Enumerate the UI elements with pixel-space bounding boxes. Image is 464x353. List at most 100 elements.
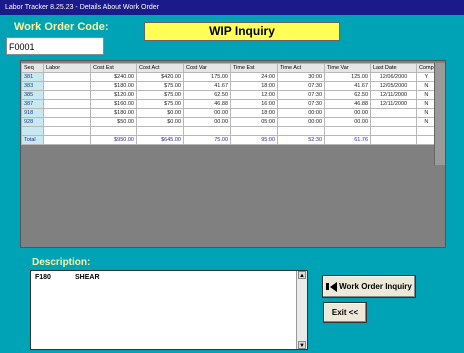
app-window: Labor Tracker 8.25.23 - Details About Wo…	[0, 0, 464, 353]
table-cell	[43, 90, 91, 100]
description-scrollbar[interactable]: ▲ ▼	[296, 271, 307, 349]
table-cell: 12/06/2000	[370, 72, 417, 82]
table-cell: 07:30	[277, 81, 325, 91]
table-cell: 00:00	[277, 108, 325, 118]
column-header: Labor	[43, 63, 91, 73]
table-cell: 125.00	[324, 72, 371, 82]
table-cell: $645.00	[136, 135, 184, 145]
table-cell: $75.00	[136, 99, 184, 109]
column-header: Last Date	[370, 63, 417, 73]
column-header: Cost Act	[136, 63, 184, 73]
table-cell	[370, 108, 417, 118]
work-order-inquiry-button[interactable]: Work Order Inquiry	[322, 275, 416, 298]
table-cell: 95:00	[230, 135, 278, 145]
table-cell	[277, 126, 325, 136]
table-cell: $180.00	[90, 81, 137, 91]
table-cell: $180.00	[90, 108, 137, 118]
table-cell: Total	[21, 135, 44, 145]
table-cell: 62.50	[183, 90, 231, 100]
table-row[interactable]: 381 $240.00 $420.00 175.00 24:00 30:00 125.00 1…	[21, 72, 437, 82]
work-order-code-field[interactable]: F0001	[6, 37, 104, 55]
table-cell	[21, 126, 44, 136]
table-cell: 46.88	[183, 99, 231, 109]
table-total-row[interactable]: Total $950.00 $645.00 75.00 95:00 52:30 61.76	[21, 135, 437, 145]
scroll-down-icon[interactable]: ▼	[298, 341, 306, 349]
table-cell: $75.00	[136, 81, 184, 91]
table-cell: 41.67	[183, 81, 231, 91]
main-panel: Work Order Code: F0001 WIP Inquiry Seq La…	[0, 15, 464, 353]
table-row[interactable]: 918 $180.00 $0.00 00.00 18:00 00:00 00.00 N	[21, 108, 437, 118]
table-cell	[90, 126, 137, 136]
table-cell	[43, 99, 91, 109]
table-cell: 175.00	[183, 72, 231, 82]
table-cell: 918	[21, 108, 44, 118]
table-cell	[43, 81, 91, 91]
table-cell: 12/05/2000	[370, 81, 417, 91]
exit-button[interactable]: Exit <<	[323, 302, 367, 323]
table-cell: $420.00	[136, 72, 184, 82]
table-cell: $160.00	[90, 99, 137, 109]
table-cell: 46.88	[324, 99, 371, 109]
table-cell: 381	[21, 72, 44, 82]
description-label: Description:	[32, 257, 91, 268]
description-field[interactable]: F180 SHEAR ▲ ▼	[30, 270, 308, 350]
table-cell: 00:00	[277, 117, 325, 127]
table-cell: 00.00	[324, 108, 371, 118]
table-row[interactable]	[21, 126, 437, 136]
table-cell	[43, 126, 91, 136]
table-cell: 61.76	[324, 135, 371, 145]
window-title: Labor Tracker 8.25.23 - Details About Wo…	[0, 0, 464, 15]
table-cell: 75.00	[183, 135, 231, 145]
table-cell: 12/11/2000	[370, 90, 417, 100]
column-header: Cost Est	[90, 63, 137, 73]
page-title: WIP Inquiry	[144, 22, 340, 41]
table-header-row: Seq Labor Cost Est Cost Act Cost Var Time Est…	[21, 63, 437, 73]
table-cell	[43, 135, 91, 145]
table-cell	[43, 108, 91, 118]
column-header: Time Var	[324, 63, 371, 73]
table-cell: 52:30	[277, 135, 325, 145]
table-cell: 30:00	[277, 72, 325, 82]
table-cell	[370, 126, 417, 136]
table-cell: 18:00	[230, 81, 278, 91]
table-cell: 07:30	[277, 90, 325, 100]
table-cell: $120.00	[90, 90, 137, 100]
table-cell: 385	[21, 90, 44, 100]
table-row[interactable]: 383 $180.00 $75.00 41.67 18:00 07:30 41.67 12/0…	[21, 81, 437, 91]
back-arrow-icon	[326, 283, 330, 291]
table-cell: $240.00	[90, 72, 137, 82]
work-order-code-label: Work Order Code:	[14, 21, 109, 33]
table-cell: 00.00	[324, 117, 371, 127]
table-cell: 383	[21, 81, 44, 91]
table-row[interactable]: 385 $120.00 $75.00 62.50 12:00 07:30 62.50 12/1…	[21, 90, 437, 100]
wip-grid[interactable]: Seq Labor Cost Est Cost Act Cost Var Time Est…	[20, 60, 446, 248]
table-row[interactable]: 387 $160.00 $75.00 46.88 16:00 07:30 46.88 12/1…	[21, 99, 437, 109]
column-header: Time Act	[277, 63, 325, 73]
table-cell: $50.00	[90, 117, 137, 127]
table-cell	[230, 126, 278, 136]
table-cell: 18:00	[230, 108, 278, 118]
table-cell	[370, 135, 417, 145]
description-code: F180	[35, 274, 51, 281]
table-cell: 16:00	[230, 99, 278, 109]
table-cell: 05:00	[230, 117, 278, 127]
grid-scrollbar[interactable]	[434, 63, 445, 165]
table-cell: $75.00	[136, 90, 184, 100]
table-cell	[136, 126, 184, 136]
wip-table: Seq Labor Cost Est Cost Act Cost Var Time Est…	[21, 63, 437, 145]
table-cell	[324, 126, 371, 136]
scroll-up-icon[interactable]: ▲	[298, 271, 306, 279]
description-text: SHEAR	[75, 274, 100, 281]
table-cell: 928	[21, 117, 44, 127]
table-cell: 62.50	[324, 90, 371, 100]
column-header: Seq	[21, 63, 44, 73]
table-cell	[183, 126, 231, 136]
table-cell: 00.00	[183, 117, 231, 127]
work-order-inquiry-label: Work Order Inquiry	[339, 282, 412, 291]
table-cell: $0.00	[136, 108, 184, 118]
table-cell: 12/11/2000	[370, 99, 417, 109]
table-cell: 00.00	[183, 108, 231, 118]
table-cell	[370, 117, 417, 127]
table-row[interactable]: 928 $50.00 $0.00 00.00 05:00 00:00 00.00 N	[21, 117, 437, 127]
column-header: Cost Var	[183, 63, 231, 73]
